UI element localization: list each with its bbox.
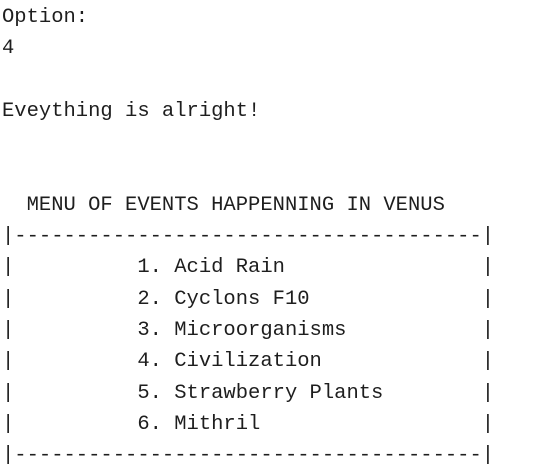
menu-item-microorganisms: | 3. Microorganisms | <box>2 318 495 342</box>
menu-item-acid-rain: | 1. Acid Rain | <box>2 256 495 280</box>
status-message: Eveything is alright! <box>2 99 261 123</box>
menu-item-cyclons: | 2. Cyclons F10 | <box>2 287 495 311</box>
menu-border-top: |--------------------------------------| <box>2 225 495 249</box>
console-output: Option: 4 Eveything is alright! MENU OF … <box>0 0 549 470</box>
menu-item-strawberry-plants: | 5. Strawberry Plants | <box>2 381 495 405</box>
menu-border-bottom: |--------------------------------------| <box>2 444 495 468</box>
menu-item-civilization: | 4. Civilization | <box>2 350 495 374</box>
menu-item-mithril: | 6. Mithril | <box>2 412 495 436</box>
option-input-value: 4 <box>2 37 15 61</box>
option-prompt: Option: <box>2 6 89 29</box>
menu-title: MENU OF EVENTS HAPPENNING IN VENUS <box>2 193 445 217</box>
